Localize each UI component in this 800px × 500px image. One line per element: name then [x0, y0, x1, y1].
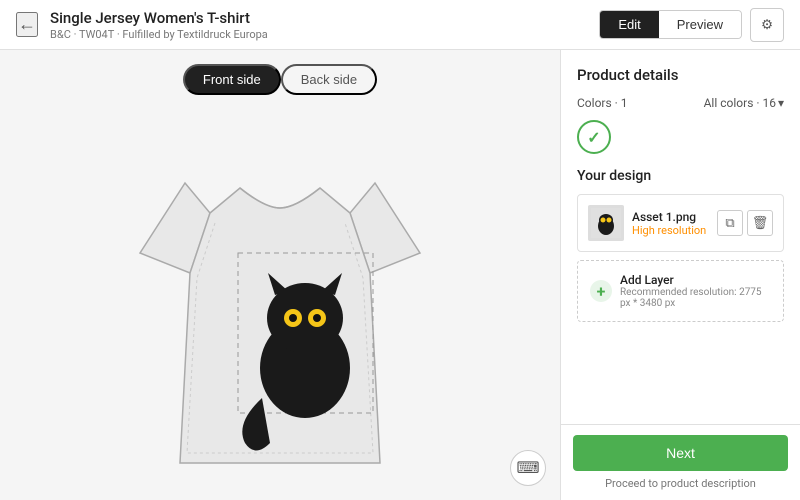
edit-button[interactable]: Edit	[600, 11, 658, 38]
preview-button[interactable]: Preview	[659, 11, 741, 38]
side-tabs: Front side Back side	[183, 64, 377, 95]
tshirt-illustration	[130, 133, 430, 473]
asset-name: Asset 1.png	[632, 210, 709, 224]
plus-icon: +	[597, 282, 606, 301]
add-layer-card[interactable]: + Add Layer Recommended resolution: 2775…	[577, 260, 784, 322]
tshirt-area	[0, 105, 560, 500]
product-details-title: Product details	[577, 66, 784, 84]
keyboard-button[interactable]: ⌨	[510, 450, 546, 486]
edit-preview-toggle: Edit Preview	[599, 10, 742, 39]
tab-back-side[interactable]: Back side	[281, 64, 377, 95]
copy-icon: ⧉	[725, 215, 734, 231]
all-colors-text: All colors · 16	[704, 96, 776, 110]
delete-asset-button[interactable]: 🗑	[747, 210, 773, 236]
keyboard-icon: ⌨	[516, 458, 539, 478]
gear-icon: ⚙	[761, 17, 773, 33]
main-content: Front side Back side	[0, 50, 800, 500]
all-colors-link[interactable]: All colors · 16 ▾	[704, 96, 784, 110]
asset-thumb-image	[591, 208, 621, 238]
back-button[interactable]: ←	[16, 12, 38, 37]
chevron-down-icon: ▾	[778, 96, 784, 110]
asset-actions: ⧉ 🗑	[717, 210, 773, 236]
page-title: Single Jersey Women's T-shirt	[50, 9, 599, 27]
topbar: ← Single Jersey Women's T-shirt B&C · TW…	[0, 0, 800, 50]
canvas-panel: Front side Back side	[0, 50, 560, 500]
asset-thumbnail	[588, 205, 624, 241]
proceed-text: Proceed to product description	[573, 477, 788, 490]
selected-color-swatch[interactable]: ✓	[577, 120, 611, 154]
colors-label: Colors · 1	[577, 96, 628, 110]
add-layer-icon: +	[590, 280, 612, 302]
add-layer-title: Add Layer	[620, 273, 771, 287]
asset-quality: High resolution	[632, 224, 709, 237]
topbar-title-block: Single Jersey Women's T-shirt B&C · TW04…	[50, 9, 599, 41]
right-panel-bottom: Next Proceed to product description	[561, 424, 800, 500]
next-button[interactable]: Next	[573, 435, 788, 471]
add-layer-subtitle: Recommended resolution: 2775 px * 3480 p…	[620, 287, 771, 309]
asset-card: Asset 1.png High resolution ⧉ 🗑	[577, 194, 784, 252]
right-panel-content: Product details Colors · 1 All colors · …	[561, 50, 800, 424]
your-design-title: Your design	[577, 168, 784, 184]
check-icon: ✓	[587, 128, 600, 147]
add-layer-info: Add Layer Recommended resolution: 2775 p…	[620, 273, 771, 309]
tab-front-side[interactable]: Front side	[183, 64, 281, 95]
colors-row: Colors · 1 All colors · 16 ▾	[577, 96, 784, 110]
settings-button[interactable]: ⚙	[750, 8, 784, 42]
right-panel: Product details Colors · 1 All colors · …	[560, 50, 800, 500]
asset-info: Asset 1.png High resolution	[632, 210, 709, 237]
topbar-actions: Edit Preview ⚙	[599, 8, 784, 42]
copy-asset-button[interactable]: ⧉	[717, 210, 743, 236]
delete-icon: 🗑	[752, 215, 769, 231]
page-subtitle: B&C · TW04T · Fulfilled by Textildruck E…	[50, 28, 599, 41]
